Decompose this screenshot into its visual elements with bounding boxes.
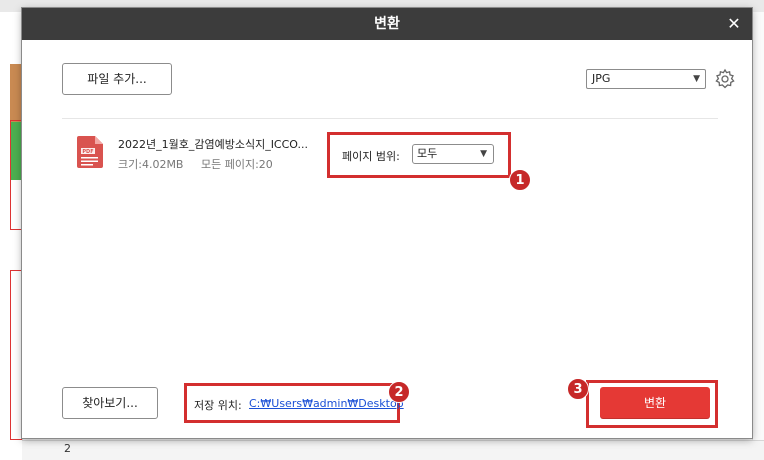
- save-location-label: 저장 위치:: [194, 399, 242, 412]
- background-right-strip: [752, 12, 764, 440]
- gear-icon[interactable]: [714, 68, 736, 90]
- divider: [62, 118, 718, 119]
- page-range-select[interactable]: 모두 ▼: [412, 144, 494, 164]
- convert-dialog: 변환 ✕ 파일 추가... JPG ▼ PDF 2022년_1월호_감염예방소식…: [22, 8, 752, 438]
- dialog-title: 변환: [374, 16, 400, 32]
- background-page-number: 2: [64, 442, 71, 455]
- save-location-link[interactable]: C:₩Users₩admin₩Desktop: [249, 397, 404, 410]
- svg-text:PDF: PDF: [82, 149, 93, 155]
- annotation-badge-1: 1: [509, 169, 531, 191]
- output-format-value: JPG: [592, 72, 611, 85]
- background-orange-bar: [10, 64, 22, 122]
- convert-button[interactable]: 변환: [600, 387, 710, 419]
- annotation-badge-2: 2: [388, 381, 410, 403]
- background-highlight-box: [10, 120, 22, 230]
- background-highlight-box: [10, 270, 22, 440]
- annotation-badge-3: 3: [567, 378, 589, 400]
- output-format-select[interactable]: JPG ▼: [586, 69, 706, 89]
- browse-button[interactable]: 찾아보기...: [62, 387, 158, 419]
- chevron-down-icon: ▼: [480, 149, 487, 159]
- dialog-titlebar: 변환 ✕: [22, 8, 752, 40]
- page-range-label: 페이지 범위:: [342, 150, 400, 163]
- file-meta: 크기:4.02MB 모든 페이지:20: [118, 156, 287, 172]
- close-icon[interactable]: ✕: [724, 14, 744, 34]
- file-pages: 모든 페이지:20: [200, 158, 273, 171]
- file-name: 2022년_1월호_감염예방소식지_ICCO...: [118, 138, 308, 151]
- page-range-value: 모두: [417, 147, 438, 160]
- chevron-down-icon: ▼: [693, 74, 700, 84]
- background-status-bar: [22, 440, 764, 460]
- add-file-button[interactable]: 파일 추가...: [62, 63, 172, 95]
- file-size: 크기:4.02MB: [118, 158, 184, 171]
- pdf-file-icon: PDF: [77, 136, 103, 168]
